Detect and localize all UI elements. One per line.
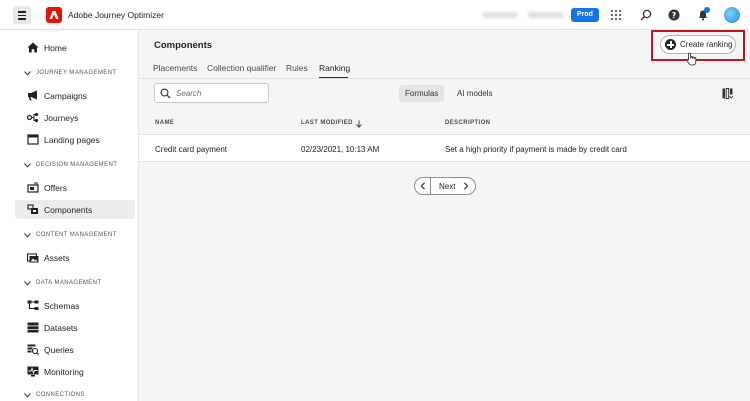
monitoring-icon: [27, 366, 39, 377]
nav-home[interactable]: Home: [15, 38, 135, 57]
chevron-right-icon[interactable]: [463, 182, 469, 190]
org-name-redacted: [482, 12, 518, 18]
sandbox-name-redacted[interactable]: [528, 12, 564, 18]
notification-badge: [704, 7, 710, 13]
hand-pointer-icon: [686, 52, 697, 66]
chevron-down-icon: [24, 71, 31, 76]
column-header-description[interactable]: DESCRIPTION: [445, 120, 490, 126]
nav-schemas[interactable]: Schemas: [15, 296, 135, 315]
column-header-name[interactable]: NAME: [155, 120, 174, 126]
main-content: Components Create ranking Placements Col…: [139, 30, 750, 401]
column-header-last-modified[interactable]: LAST MODIFIED: [301, 120, 353, 126]
components-icon: [27, 204, 38, 214]
tab-rules[interactable]: Rules: [286, 63, 308, 73]
menu-icon[interactable]: [13, 6, 31, 24]
nav-landing-pages[interactable]: Landing pages: [15, 130, 135, 149]
apps-grid-icon[interactable]: [610, 9, 622, 21]
nav-queries[interactable]: Queries: [15, 340, 135, 359]
chevron-down-icon: [24, 281, 31, 286]
search-icon[interactable]: [640, 9, 652, 21]
sandbox-badge[interactable]: Prod: [571, 8, 599, 22]
search-icon: [160, 88, 171, 99]
previous-page-button[interactable]: [415, 178, 431, 194]
ai-models-toggle[interactable]: AI models: [451, 85, 499, 102]
tab-collection-qualifier[interactable]: Collection qualifier: [207, 63, 276, 73]
ranking-name[interactable]: Credit card payment: [155, 145, 227, 154]
svg-text:?: ?: [672, 11, 677, 20]
callout-highlight-box: [651, 30, 745, 61]
search-placeholder: Search: [176, 89, 202, 98]
nav-components[interactable]: Components: [15, 200, 135, 219]
chevron-down-icon: [24, 163, 31, 168]
chevron-left-icon: [420, 182, 425, 190]
journey-icon: [27, 112, 39, 123]
next-page-button[interactable]: Next: [439, 182, 455, 191]
landing-page-icon: [27, 134, 39, 145]
table-header: NAME LAST MODIFIED DESCRIPTION: [139, 114, 750, 134]
adobe-logo-icon: [46, 7, 62, 23]
search-field[interactable]: Search: [154, 83, 269, 103]
home-icon: [27, 42, 39, 53]
schema-icon: [27, 300, 39, 310]
offers-icon: [27, 182, 39, 193]
left-navigation: Home JOURNEY MANAGEMENT Campaigns Journe…: [0, 30, 139, 401]
chevron-down-icon: [24, 233, 31, 238]
tab-ranking[interactable]: Ranking: [319, 63, 350, 73]
page-title: Components: [154, 40, 213, 51]
dataset-icon: [27, 322, 39, 333]
megaphone-icon: [28, 90, 37, 101]
top-bar: Adobe Journey Optimizer Prod ?: [0, 0, 750, 30]
query-icon: [27, 344, 39, 355]
ranking-description: Set a high priority if payment is made b…: [445, 145, 627, 154]
column-settings-icon[interactable]: [722, 88, 733, 99]
nav-campaigns[interactable]: Campaigns: [15, 86, 135, 105]
tab-placements[interactable]: Placements: [153, 63, 197, 73]
table-row[interactable]: Credit card payment 02/23/2021, 10:13 AM…: [139, 134, 750, 162]
chevron-down-icon: [24, 393, 31, 398]
ranking-last-modified: 02/23/2021, 10:13 AM: [301, 145, 380, 154]
tabs-divider: [139, 78, 750, 79]
nav-offers[interactable]: Offers: [15, 178, 135, 197]
formulas-toggle[interactable]: Formulas: [399, 85, 445, 102]
sort-arrow-down-icon[interactable]: [356, 120, 362, 128]
user-avatar[interactable]: [724, 7, 740, 23]
assets-icon: [27, 253, 39, 263]
nav-assets[interactable]: Assets: [15, 248, 135, 267]
app-title: Adobe Journey Optimizer: [68, 10, 164, 20]
pagination: Next: [414, 177, 476, 195]
nav-datasets[interactable]: Datasets: [15, 318, 135, 337]
nav-journeys[interactable]: Journeys: [15, 108, 135, 127]
help-icon[interactable]: ?: [668, 9, 680, 21]
nav-monitoring[interactable]: Monitoring: [15, 362, 135, 381]
